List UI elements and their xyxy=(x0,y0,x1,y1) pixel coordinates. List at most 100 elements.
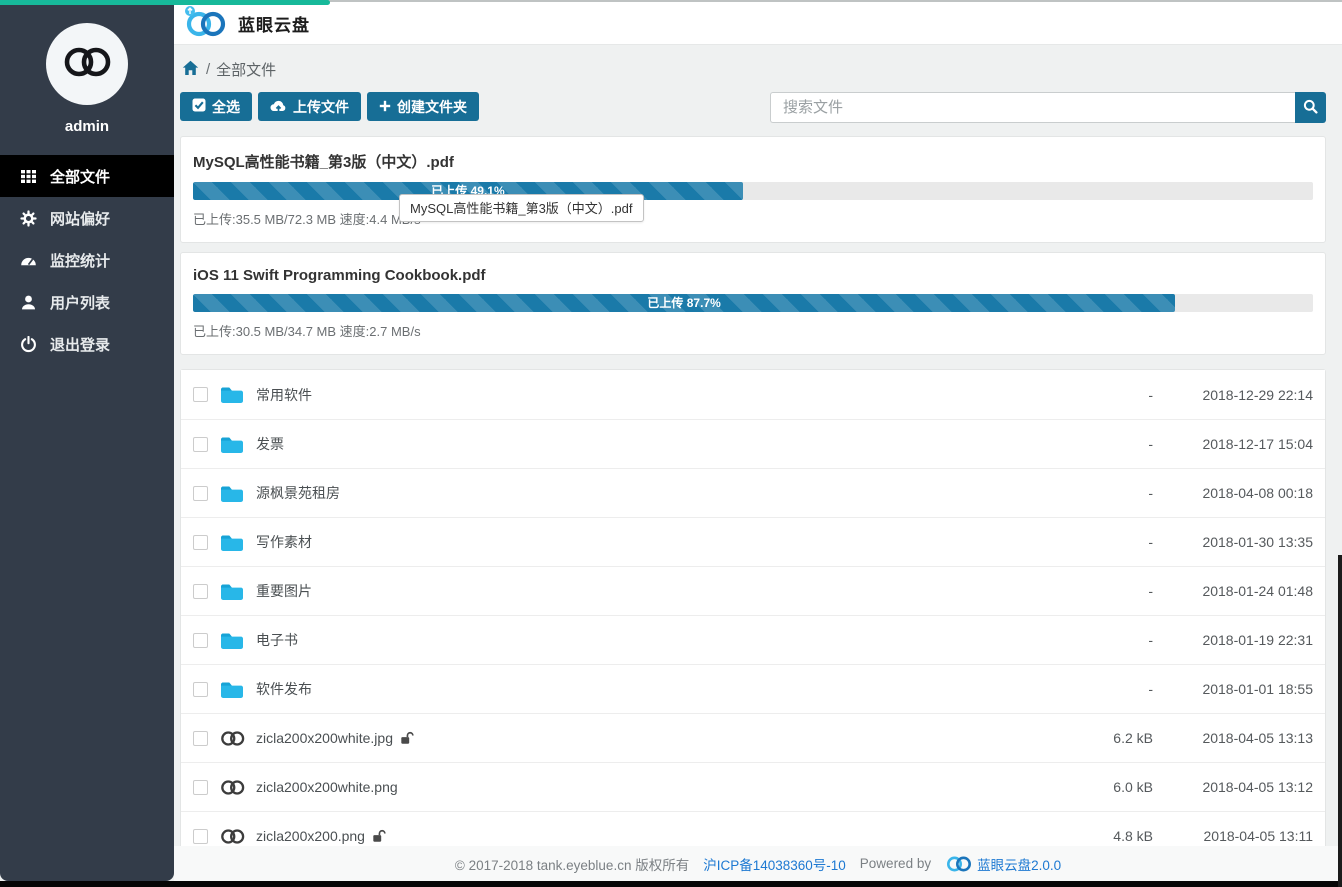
file-row[interactable]: 重要图片 - 2018-01-24 01:48 xyxy=(181,566,1325,615)
eyeblue-footer-logo-icon xyxy=(945,855,973,873)
app-title: 蓝眼云盘 xyxy=(238,11,310,36)
upload-filename: MySQL高性能书籍_第3版（中文）.pdf xyxy=(193,151,1313,172)
user-icon xyxy=(20,294,37,311)
select-all-label: 全选 xyxy=(212,97,240,117)
file-name[interactable]: 软件发布 xyxy=(256,679,312,699)
footer-powered-by: Powered by xyxy=(860,856,931,871)
upload-card: MySQL高性能书籍_第3版（中文）.pdf 已上传 49.1% 已上传:35.… xyxy=(180,136,1326,243)
sidebar-menu: 全部文件 网站偏好 xyxy=(0,155,174,365)
file-name[interactable]: 源枫景苑租房 xyxy=(256,483,340,503)
folder-icon xyxy=(220,385,246,404)
zicla-infinity-logo xyxy=(58,44,116,85)
search-input[interactable] xyxy=(770,92,1295,123)
file-name[interactable]: zicla200x200white.png xyxy=(256,779,398,795)
sidebar-item-label: 全部文件 xyxy=(50,166,110,187)
upload-stats: 已上传:35.5 MB/72.3 MB 速度:4.4 MB/s xyxy=(193,209,1313,228)
create-folder-label: 创建文件夹 xyxy=(397,97,467,117)
sidebar-item-site-preferences[interactable]: 网站偏好 xyxy=(0,197,174,239)
upload-file-button[interactable]: 上传文件 xyxy=(258,92,361,121)
unlock-icon xyxy=(372,829,386,843)
file-name[interactable]: zicla200x200.png xyxy=(256,828,365,844)
file-name[interactable]: 写作素材 xyxy=(256,532,312,552)
file-row[interactable]: zicla200x200white.jpg 6.2 kB 2018-04-05 … xyxy=(181,713,1325,762)
row-checkbox[interactable] xyxy=(193,437,208,452)
plus-icon xyxy=(379,99,391,115)
breadcrumb-current[interactable]: 全部文件 xyxy=(216,59,276,80)
row-checkbox[interactable] xyxy=(193,780,208,795)
file-date: 2018-04-05 13:13 xyxy=(1153,730,1313,746)
page-loading-bar xyxy=(0,0,330,5)
file-date: 2018-04-08 00:18 xyxy=(1153,485,1313,501)
create-folder-button[interactable]: 创建文件夹 xyxy=(367,92,479,121)
footer-icp-link[interactable]: 沪ICP备14038360号-10 xyxy=(703,854,846,874)
footer-product-link[interactable]: 蓝眼云盘2.0.0 xyxy=(945,854,1061,874)
file-row[interactable]: 发票 - 2018-12-17 15:04 xyxy=(181,419,1325,468)
file-size: - xyxy=(1043,534,1153,550)
file-row[interactable]: 软件发布 - 2018-01-01 18:55 xyxy=(181,664,1325,713)
search-icon xyxy=(1303,99,1318,117)
file-size: - xyxy=(1043,632,1153,648)
upload-filename: iOS 11 Swift Programming Cookbook.pdf xyxy=(193,267,1313,284)
dashboard-icon xyxy=(20,252,37,269)
sidebar-item-all-files[interactable]: 全部文件 xyxy=(0,155,174,197)
file-name[interactable]: 发票 xyxy=(256,434,284,454)
breadcrumb-separator: / xyxy=(206,61,210,78)
file-name[interactable]: zicla200x200white.jpg xyxy=(256,730,393,746)
sidebar-item-label: 退出登录 xyxy=(50,334,110,355)
cloud-upload-icon xyxy=(270,98,287,115)
upload-file-label: 上传文件 xyxy=(293,97,349,117)
file-row[interactable]: 源枫景苑租房 - 2018-04-08 00:18 xyxy=(181,468,1325,517)
file-row[interactable]: 常用软件 - 2018-12-29 22:14 xyxy=(181,370,1325,419)
row-checkbox[interactable] xyxy=(193,731,208,746)
sidebar-item-label: 用户列表 xyxy=(50,292,110,313)
upload-progress-bar: 已上传 49.1% xyxy=(193,182,1313,200)
row-checkbox[interactable] xyxy=(193,682,208,697)
upload-progress-bar: 已上传 87.7% xyxy=(193,294,1313,312)
zicla-file-icon xyxy=(220,779,246,796)
check-square-icon xyxy=(192,98,206,115)
sidebar: admin 全部文件 xyxy=(0,0,174,881)
file-size: - xyxy=(1043,583,1153,599)
file-date: 2018-04-05 13:11 xyxy=(1153,828,1313,844)
file-name[interactable]: 常用软件 xyxy=(256,385,312,405)
footer: © 2017-2018 tank.eyeblue.cn 版权所有 沪ICP备14… xyxy=(174,846,1342,881)
file-list: 常用软件 - 2018-12-29 22:14 发票 - 2018-12-17 … xyxy=(180,369,1326,861)
upload-progress-label: 已上传 87.7% xyxy=(647,296,720,310)
eyeblue-cloud-logo-icon[interactable] xyxy=(182,5,228,42)
file-size: - xyxy=(1043,387,1153,403)
unlock-icon xyxy=(400,731,414,745)
row-checkbox[interactable] xyxy=(193,486,208,501)
file-name[interactable]: 重要图片 xyxy=(256,581,312,601)
file-size: - xyxy=(1043,436,1153,452)
upload-stats: 已上传:30.5 MB/34.7 MB 速度:2.7 MB/s xyxy=(193,321,1313,340)
row-checkbox[interactable] xyxy=(193,829,208,844)
file-size: - xyxy=(1043,681,1153,697)
main-content: / 全部文件 全选 xyxy=(174,45,1342,881)
sidebar-username: admin xyxy=(0,118,174,135)
select-all-button[interactable]: 全选 xyxy=(180,92,252,121)
home-icon[interactable] xyxy=(182,60,199,80)
scrollbar[interactable] xyxy=(1338,555,1342,887)
sidebar-item-user-list[interactable]: 用户列表 xyxy=(0,281,174,323)
row-checkbox[interactable] xyxy=(193,387,208,402)
folder-icon xyxy=(220,533,246,552)
file-date: 2018-12-29 22:14 xyxy=(1153,387,1313,403)
zicla-file-icon xyxy=(220,730,246,747)
file-row[interactable]: 电子书 - 2018-01-19 22:31 xyxy=(181,615,1325,664)
sidebar-item-monitor-stats[interactable]: 监控统计 xyxy=(0,239,174,281)
sidebar-item-logout[interactable]: 退出登录 xyxy=(0,323,174,365)
search-button[interactable] xyxy=(1295,92,1326,123)
grid-icon xyxy=(20,168,37,185)
breadcrumb: / 全部文件 xyxy=(180,57,1326,92)
file-row[interactable]: 写作素材 - 2018-01-30 13:35 xyxy=(181,517,1325,566)
file-date: 2018-01-19 22:31 xyxy=(1153,632,1313,648)
folder-icon xyxy=(220,484,246,503)
folder-icon xyxy=(220,631,246,650)
file-row[interactable]: zicla200x200white.png 6.0 kB 2018-04-05 … xyxy=(181,762,1325,811)
file-name[interactable]: 电子书 xyxy=(256,630,298,650)
avatar[interactable] xyxy=(46,23,128,105)
row-checkbox[interactable] xyxy=(193,633,208,648)
row-checkbox[interactable] xyxy=(193,584,208,599)
row-checkbox[interactable] xyxy=(193,535,208,550)
footer-product-label: 蓝眼云盘2.0.0 xyxy=(977,854,1061,874)
